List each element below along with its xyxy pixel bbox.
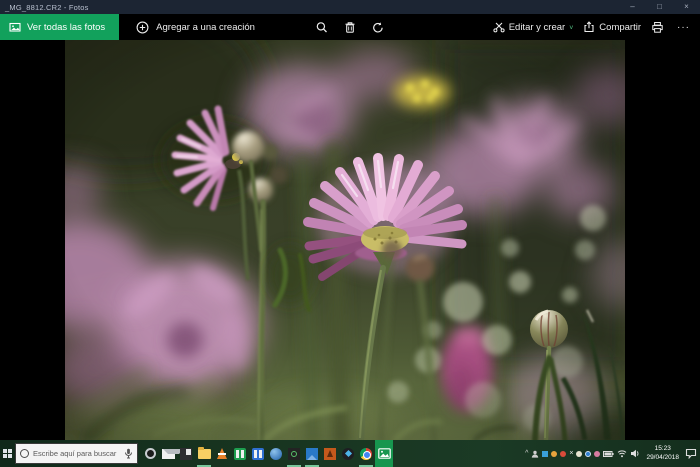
taskbar-search-box[interactable] <box>15 443 138 464</box>
view-all-photos-label: Ver todas las fotos <box>27 22 105 33</box>
add-creation-icon <box>136 21 149 34</box>
see-more-button[interactable]: ··· <box>674 22 693 33</box>
search-input[interactable] <box>33 449 120 458</box>
mail-icon <box>162 449 175 459</box>
share-label: Compartir <box>599 22 641 33</box>
print-icon[interactable] <box>651 21 664 34</box>
battery-icon[interactable] <box>603 450 614 458</box>
cortana-icon <box>20 449 29 458</box>
taskbar-app-camera[interactable] <box>285 440 303 467</box>
edit-create-button[interactable]: Editar y crear ˅ <box>493 21 574 33</box>
file-explorer-icon <box>198 449 211 459</box>
action-center-icon[interactable] <box>685 448 697 459</box>
taskbar-clock[interactable]: 15:23 29/04/2018 <box>646 445 679 461</box>
taskbar-app-image-viewer[interactable] <box>303 440 321 467</box>
minimize-button[interactable]: – <box>619 0 646 14</box>
red-tray-icon[interactable] <box>560 451 566 457</box>
blue-sphere-app-icon <box>270 448 282 460</box>
wifi-icon[interactable] <box>617 449 627 458</box>
share-icon <box>583 21 595 33</box>
taskbar-app-blue-office[interactable] <box>249 440 267 467</box>
photos-app-icon <box>378 448 391 459</box>
share-button[interactable]: Compartir <box>583 21 641 33</box>
pink-tray-icon[interactable] <box>594 451 600 457</box>
maximize-button[interactable]: □ <box>646 0 673 14</box>
taskbar-app-notes[interactable] <box>177 440 195 467</box>
title-bar: _MG_8812.CR2 - Fotos – □ × <box>0 0 700 14</box>
photo-collection-icon <box>9 21 21 33</box>
system-tray: ^ × 15:23 29/04/2018 <box>525 445 700 461</box>
tray-time: 15:23 <box>646 445 679 453</box>
orange-tray-icon[interactable] <box>551 451 557 457</box>
taskbar-app-orange[interactable] <box>321 440 339 467</box>
add-to-creation-label: Agregar a una creación <box>156 22 255 33</box>
delete-icon[interactable] <box>344 21 357 34</box>
edit-create-label: Editar y crear <box>509 22 566 33</box>
taskbar-app-photos-active[interactable] <box>375 440 393 467</box>
taskbar-app-file-explorer[interactable] <box>195 440 213 467</box>
ring-app-icon <box>145 448 156 459</box>
x-tray-icon[interactable]: × <box>569 450 573 457</box>
green-bars-app-icon <box>234 448 246 460</box>
windows-logo-icon <box>3 449 12 458</box>
volume-icon[interactable] <box>630 449 640 458</box>
camera-app-icon <box>288 448 300 460</box>
taskbar-app-sphere[interactable] <box>267 440 285 467</box>
hidden-icons-chevron[interactable]: ^ <box>525 450 528 457</box>
orange-app-icon <box>324 448 336 460</box>
edit-create-icon <box>493 21 505 33</box>
windows-taskbar: ^ × 15:23 29/04/2018 <box>0 440 700 467</box>
vlc-cone-icon <box>217 448 227 459</box>
taskbar-app-vlc[interactable] <box>213 440 231 467</box>
close-button[interactable]: × <box>673 0 700 14</box>
image-viewer-icon <box>306 448 318 460</box>
taskbar-app-diamond[interactable] <box>339 440 357 467</box>
toolbar-center-group <box>316 14 385 40</box>
daisy-photo <box>65 40 625 440</box>
taskbar-app-chrome[interactable] <box>357 440 375 467</box>
taskbar-app-ring[interactable] <box>141 440 159 467</box>
diamond-app-icon <box>342 448 354 460</box>
start-button[interactable] <box>0 440 15 467</box>
taskbar-app-green-office[interactable] <box>231 440 249 467</box>
toolbar-right-group: Editar y crear ˅ Compartir ··· <box>493 14 700 40</box>
rotate-icon[interactable] <box>372 21 385 34</box>
microphone-icon[interactable] <box>124 448 133 459</box>
add-to-creation-button[interactable]: Agregar a una creación <box>124 14 267 40</box>
window-title: _MG_8812.CR2 - Fotos <box>5 3 89 12</box>
photo-stage <box>0 40 700 440</box>
window-controls: – □ × <box>619 0 700 14</box>
cream-tray-icon[interactable] <box>576 451 582 457</box>
taskbar-pinned-apps <box>141 440 393 467</box>
tray-date: 29/04/2018 <box>646 454 679 462</box>
blue-bars-app-icon <box>252 448 264 460</box>
document-app-icon <box>180 448 192 460</box>
chrome-icon <box>360 448 372 460</box>
photo-canvas <box>65 40 625 440</box>
people-tray-icon[interactable] <box>531 450 539 458</box>
photos-toolbar: Ver todas las fotos Agregar a una creaci… <box>0 14 700 40</box>
view-all-photos-button[interactable]: Ver todas las fotos <box>0 14 119 40</box>
taskbar-app-mail[interactable] <box>159 440 177 467</box>
blue-square-tray-icon[interactable] <box>542 451 548 457</box>
zoom-icon[interactable] <box>316 21 329 34</box>
blue-dot-tray-icon[interactable] <box>585 451 591 457</box>
chevron-down-icon: ˅ <box>569 25 573 32</box>
